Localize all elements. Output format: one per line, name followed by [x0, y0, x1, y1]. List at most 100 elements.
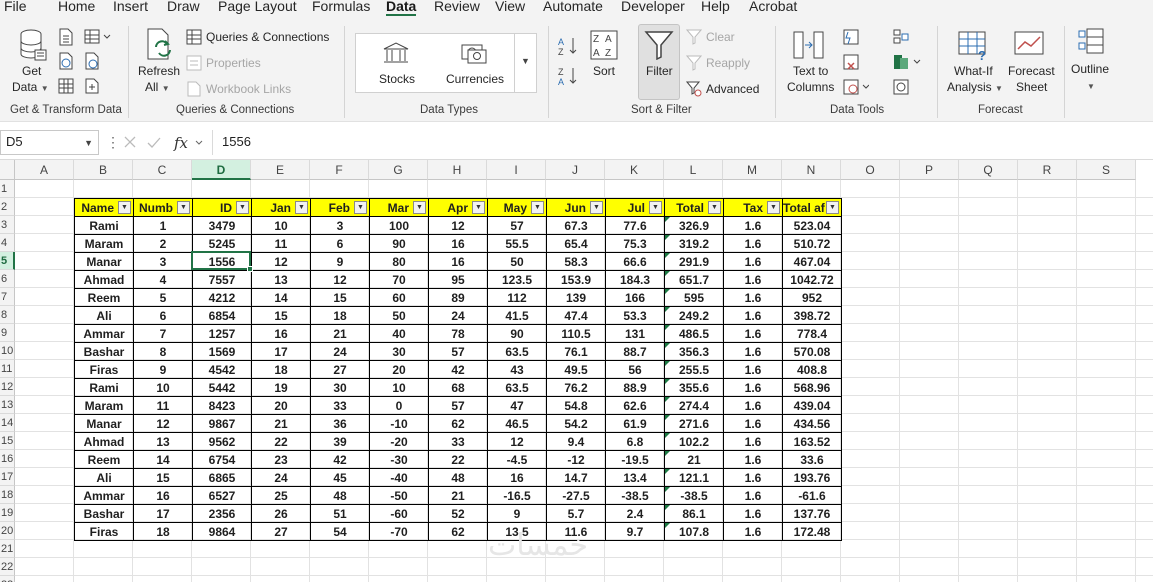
- table-cell[interactable]: 121.1: [664, 468, 724, 487]
- row-header-22[interactable]: 22: [0, 558, 15, 576]
- table-cell[interactable]: 22: [428, 450, 488, 469]
- what-if-button[interactable]: Analysis ▼: [947, 80, 1003, 94]
- row-header-23[interactable]: 23: [0, 576, 15, 582]
- column-header-o[interactable]: O: [841, 160, 900, 180]
- name-box[interactable]: D5 ▼: [0, 130, 99, 155]
- tab-developer[interactable]: Developer: [621, 0, 685, 14]
- what-if-label-1[interactable]: What-If: [954, 64, 993, 78]
- row-header-12[interactable]: 12: [0, 378, 15, 396]
- table-cell[interactable]: 1.6: [723, 252, 783, 271]
- table-cell[interactable]: 18: [133, 522, 193, 541]
- table-cell[interactable]: 568.96: [782, 378, 842, 397]
- table-cell[interactable]: Firas: [74, 522, 134, 541]
- table-cell[interactable]: -20: [369, 432, 429, 451]
- from-range-icon[interactable]: [58, 78, 74, 97]
- table-cell[interactable]: 9: [310, 252, 370, 271]
- row-header-11[interactable]: 11: [0, 360, 15, 378]
- table-cell[interactable]: 49.5: [546, 360, 606, 379]
- column-header-b[interactable]: B: [74, 160, 133, 180]
- row-header-15[interactable]: 15: [0, 432, 15, 450]
- table-cell[interactable]: 54: [310, 522, 370, 541]
- table-cell[interactable]: 355.6: [664, 378, 724, 397]
- table-cell[interactable]: 356.3: [664, 342, 724, 361]
- table-cell[interactable]: 0: [369, 396, 429, 415]
- stocks-button[interactable]: Stocks: [379, 72, 415, 86]
- table-cell[interactable]: 50: [487, 252, 547, 271]
- forecast-sheet-icon[interactable]: [1014, 29, 1046, 64]
- table-cell[interactable]: 42: [428, 360, 488, 379]
- table-cell[interactable]: 52: [428, 504, 488, 523]
- row-header-6[interactable]: 6: [0, 270, 15, 288]
- filter-dropdown-icon[interactable]: ▼: [472, 201, 485, 214]
- table-cell[interactable]: 595: [664, 288, 724, 307]
- table-cell[interactable]: 21: [664, 450, 724, 469]
- table-header-cell[interactable]: May ▼: [487, 198, 547, 217]
- table-cell[interactable]: 55.5: [487, 234, 547, 253]
- table-cell[interactable]: 193.76: [782, 468, 842, 487]
- table-cell[interactable]: 80: [369, 252, 429, 271]
- row-header-4[interactable]: 4: [0, 234, 15, 252]
- table-cell[interactable]: 26: [251, 504, 311, 523]
- flash-fill-icon[interactable]: [843, 29, 859, 48]
- filter-dropdown-icon[interactable]: ▼: [826, 201, 839, 214]
- get-data-button[interactable]: Data ▼: [12, 80, 49, 94]
- outline-button[interactable]: Outline: [1071, 62, 1109, 76]
- row-header-10[interactable]: 10: [0, 342, 15, 360]
- filter-dropdown-icon[interactable]: ▼: [236, 201, 249, 214]
- forecast-sheet-label-2[interactable]: Sheet: [1016, 80, 1047, 94]
- table-cell[interactable]: 53.3: [605, 306, 665, 325]
- forecast-sheet-label-1[interactable]: Forecast: [1008, 64, 1055, 78]
- table-cell[interactable]: -12: [546, 450, 606, 469]
- table-cell[interactable]: 56: [605, 360, 665, 379]
- table-cell[interactable]: 27: [310, 360, 370, 379]
- table-cell[interactable]: 9: [133, 360, 193, 379]
- recent-sources-icon[interactable]: [84, 52, 100, 73]
- table-cell[interactable]: 68: [428, 378, 488, 397]
- tab-view[interactable]: View: [495, 0, 525, 14]
- row-header-16[interactable]: 16: [0, 450, 15, 468]
- table-cell[interactable]: 467.04: [782, 252, 842, 271]
- table-cell[interactable]: 9562: [192, 432, 252, 451]
- table-cell[interactable]: -19.5: [605, 450, 665, 469]
- row-header-14[interactable]: 14: [0, 414, 15, 432]
- table-cell[interactable]: 27: [251, 522, 311, 541]
- row-header-19[interactable]: 19: [0, 504, 15, 522]
- table-cell[interactable]: 8: [133, 342, 193, 361]
- table-cell[interactable]: 12: [310, 270, 370, 289]
- table-header-cell[interactable]: Tax ▼: [723, 198, 783, 217]
- table-cell[interactable]: Manar: [74, 252, 134, 271]
- table-cell[interactable]: 16: [251, 324, 311, 343]
- table-cell[interactable]: Maram: [74, 234, 134, 253]
- table-header-cell[interactable]: Jun ▼: [546, 198, 606, 217]
- table-cell[interactable]: 58.3: [546, 252, 606, 271]
- table-cell[interactable]: 6865: [192, 468, 252, 487]
- manage-data-model-icon[interactable]: [893, 79, 909, 98]
- table-header-cell[interactable]: Mar ▼: [369, 198, 429, 217]
- row-header-21[interactable]: 21: [0, 540, 15, 558]
- column-header-m[interactable]: M: [723, 160, 782, 180]
- table-cell[interactable]: 5: [133, 288, 193, 307]
- table-cell[interactable]: 12: [133, 414, 193, 433]
- table-cell[interactable]: 24: [251, 468, 311, 487]
- tab-file[interactable]: File: [4, 0, 27, 14]
- table-cell[interactable]: 439.04: [782, 396, 842, 415]
- table-cell[interactable]: 1.6: [723, 306, 783, 325]
- table-header-cell[interactable]: Numb ▼: [133, 198, 193, 217]
- table-cell[interactable]: 33.6: [782, 450, 842, 469]
- table-cell[interactable]: 1.6: [723, 504, 783, 523]
- table-cell[interactable]: 75.3: [605, 234, 665, 253]
- column-header-c[interactable]: C: [133, 160, 192, 180]
- table-cell[interactable]: 62.6: [605, 396, 665, 415]
- stocks-icon[interactable]: [382, 41, 410, 68]
- chevron-down-icon[interactable]: ▼: [1087, 78, 1095, 92]
- table-cell[interactable]: 15: [133, 468, 193, 487]
- table-cell[interactable]: 90: [487, 324, 547, 343]
- table-cell[interactable]: 1.6: [723, 432, 783, 451]
- table-cell[interactable]: 6: [310, 234, 370, 253]
- column-header-s[interactable]: S: [1077, 160, 1136, 180]
- table-cell[interactable]: Reem: [74, 450, 134, 469]
- from-web-icon[interactable]: [58, 52, 74, 73]
- table-cell[interactable]: 10: [133, 378, 193, 397]
- table-cell[interactable]: 408.8: [782, 360, 842, 379]
- table-header-cell[interactable]: Apr ▼: [428, 198, 488, 217]
